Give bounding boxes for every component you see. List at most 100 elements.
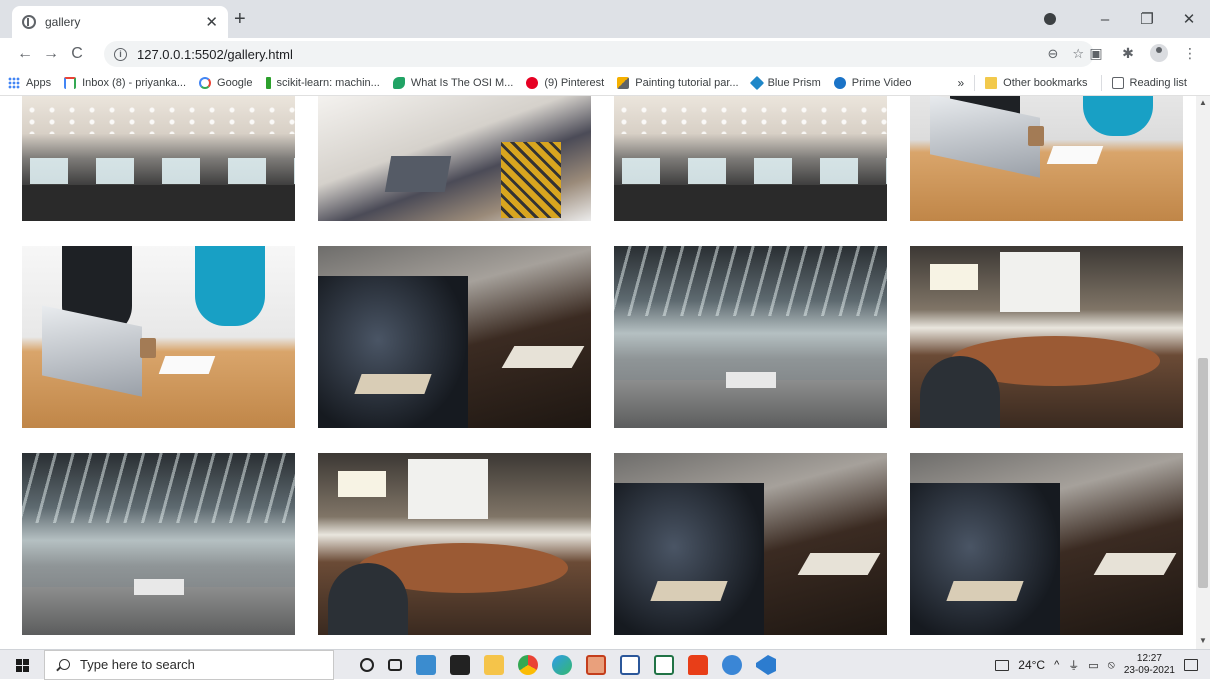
bookmark-prime-video[interactable]: Prime Video [833,76,912,89]
url-text[interactable]: 127.0.0.1:5502/gallery.html [137,47,1033,62]
taskbar-apps [360,650,776,680]
zoom-icon[interactable]: ⊖ [1047,46,1058,62]
gallery-image-conference-room[interactable] [910,246,1183,428]
gallery-image-office-corridor[interactable] [22,453,295,635]
page-content: ▲ ▼ [0,96,1210,649]
reading-list-button[interactable]: Reading list [1111,77,1187,89]
gallery-image-dark-meeting-table[interactable] [318,246,591,428]
bookmark-google[interactable]: Google [199,76,253,89]
scroll-up-arrow-icon[interactable]: ▲ [1199,98,1207,107]
window-controls: – ❐ ✕ [1044,0,1210,38]
windows-taskbar: Type here to search 24°C ^ ⏚ ▭ ⦸ 12:27 2… [0,649,1210,680]
volume-muted-icon[interactable]: ⦸ [1108,659,1115,672]
taskbar-search-box[interactable]: Type here to search [44,649,334,680]
gallery-image-desk-collaboration[interactable] [910,96,1183,221]
windows-logo-icon [23,665,29,672]
word-icon[interactable] [620,655,640,675]
bookmark-label: Prime Video [851,76,912,89]
store-app-icon[interactable] [450,655,470,675]
bookmarks-divider [974,75,976,91]
task-view-icon[interactable] [388,659,402,671]
minimize-button[interactable]: – [1084,11,1126,28]
gallery-image-open-office[interactable] [22,96,295,221]
windows-logo-icon [16,665,22,672]
toolbar-right: ▣ ✱ ⋮ [1086,44,1200,62]
apps-grid-icon [8,76,20,89]
prime-video-icon [833,76,846,89]
bookmarks-right: » Other bookmarks Reading list [957,70,1200,96]
gallery-image-open-office[interactable] [614,96,887,221]
bookmark-label: Google [217,76,253,89]
close-window-button[interactable]: ✕ [1168,10,1210,28]
gallery-image-conference-room[interactable] [318,453,591,635]
gallery-image-dark-meeting-table[interactable] [614,453,887,635]
clock[interactable]: 12:27 23-09-2021 [1124,653,1175,677]
gallery-image-office-corridor[interactable] [614,246,887,428]
bookmark-label: scikit-learn: machin... [276,76,380,89]
bookmark-osi[interactable]: What Is The OSI M... [392,76,514,89]
gallery-image-dark-meeting-table[interactable] [910,453,1183,635]
bookmark-label: Painting tutorial par... [635,76,739,89]
office-icon[interactable] [688,655,708,675]
start-button[interactable] [0,650,44,680]
bookmark-label: What Is The OSI M... [410,76,514,89]
tray-caret-icon[interactable]: ^ [1054,659,1059,671]
weather-icon[interactable] [995,659,1010,671]
bookmark-scikit-learn[interactable]: scikit-learn: machin... [265,76,380,89]
bookmark-label: (9) Pinterest [544,76,605,89]
tab-search-icon[interactable] [1044,13,1056,25]
tab-title: gallery [45,15,81,29]
forward-button[interactable]: → [38,45,64,63]
extension-icon[interactable]: ▣ [1086,45,1106,62]
bookmark-inbox[interactable]: Inbox (8) - priyanka... [64,76,186,89]
bookmark-painting[interactable]: Painting tutorial par... [617,76,739,89]
weather-temperature[interactable]: 24°C [1018,658,1045,672]
excel-icon[interactable] [654,655,674,675]
powerpoint-icon[interactable] [586,655,606,675]
photos-app-icon[interactable] [416,655,436,675]
chrome-icon[interactable] [518,655,538,675]
reload-button[interactable]: C [64,45,90,63]
browser-tab[interactable]: gallery ✕ [12,6,228,38]
scroll-down-arrow-icon[interactable]: ▼ [1199,636,1207,645]
bookmark-blue-prism[interactable]: Blue Prism [749,75,821,90]
bookmark-apps[interactable]: Apps [8,76,52,89]
pinterest-icon [526,76,539,89]
other-bookmarks-folder[interactable]: Other bookmarks [985,77,1088,89]
gallery-image-team-meeting[interactable] [318,96,591,221]
bookmark-pinterest[interactable]: (9) Pinterest [526,76,605,89]
edge-icon[interactable] [552,655,572,675]
bookmark-label: Other bookmarks [1003,77,1088,89]
back-button[interactable]: ← [12,45,38,63]
file-explorer-icon[interactable] [484,655,504,675]
blue-prism-icon [749,75,764,90]
google-icon [199,76,212,89]
cortana-icon[interactable] [360,658,374,672]
bookmark-star-icon[interactable]: ☆ [1072,46,1084,62]
menu-dots-icon[interactable]: ⋮ [1180,45,1200,62]
profile-avatar-icon[interactable] [1150,44,1168,62]
site-info-icon[interactable]: i [114,47,127,61]
clock-date: 23-09-2021 [1123,665,1175,676]
more-bookmarks-button[interactable]: » [957,76,964,90]
tab-close-icon[interactable]: ✕ [205,13,218,31]
maximize-button[interactable]: ❐ [1126,10,1168,28]
search-placeholder: Type here to search [80,657,195,672]
page-scrollbar[interactable]: ▲ ▼ [1196,96,1210,649]
osi-icon [392,76,405,89]
network-icon[interactable]: ⏚ [1068,657,1079,673]
puzzle-icon[interactable]: ✱ [1118,45,1138,62]
bookmark-label: Blue Prism [767,76,821,89]
scrollbar-thumb[interactable] [1198,358,1208,588]
address-bar[interactable]: i 127.0.0.1:5502/gallery.html ⊖ ☆ [104,41,1094,67]
browser-toolbar: ← → C i 127.0.0.1:5502/gallery.html ⊖ ☆ … [0,38,1210,70]
bookmark-label: Apps [26,76,52,89]
blue-app-icon[interactable] [722,655,742,675]
globe-icon [22,15,36,29]
vscode-icon[interactable] [756,655,776,675]
gallery-image-desk-collaboration[interactable] [22,246,295,428]
painting-icon [617,76,630,89]
battery-icon[interactable]: ▭ [1088,659,1098,672]
new-tab-button[interactable]: + [234,8,246,31]
notification-icon[interactable] [1184,659,1198,671]
